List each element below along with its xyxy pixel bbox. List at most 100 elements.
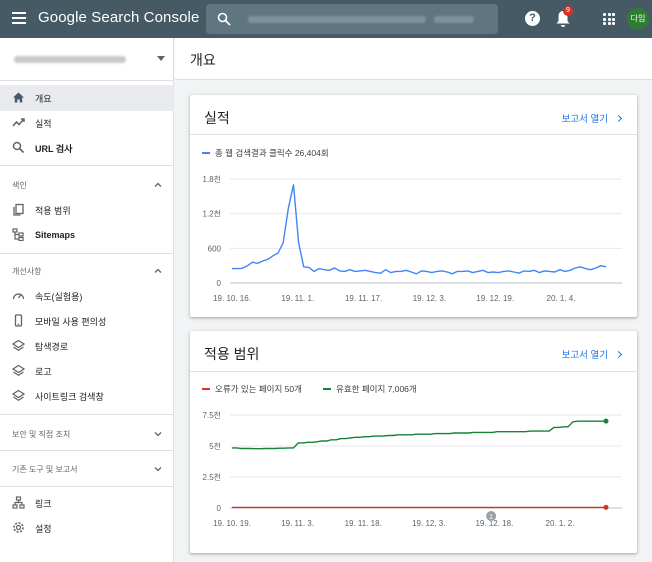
y-tick-label: 5천: [209, 441, 221, 451]
sidebar-item-label: 탐색경로: [35, 341, 69, 352]
sidebar-item-overview[interactable]: 개요: [0, 85, 174, 111]
series-line: [232, 184, 607, 275]
x-tick-label: 19. 12. 18.: [475, 519, 513, 528]
section-security[interactable]: 보안 및 직접 조치: [0, 423, 174, 445]
chevron-down-icon: [154, 432, 162, 437]
x-tick-label: 19. 11. 1.: [281, 294, 314, 303]
sidebar-divider: [0, 165, 174, 166]
sidebar-item-label: Sitemaps: [35, 230, 76, 240]
chevron-right-icon: [614, 350, 623, 359]
sidebar-item-label: 사이트링크 검색창: [35, 391, 104, 402]
chevron-down-icon: [154, 467, 162, 472]
y-tick-label: 600: [208, 244, 222, 253]
notification-badge: 9: [563, 6, 573, 16]
open-report-label: 보고서 열기: [561, 350, 608, 361]
layers-icon: [12, 389, 25, 402]
chevron-up-icon: [154, 268, 162, 273]
search-icon: [217, 12, 231, 26]
chevron-right-icon: [614, 114, 623, 123]
chart-legend-error[interactable]: 오류가 있는 페이지 50개: [202, 383, 302, 395]
x-tick-label: 19. 11. 18.: [345, 519, 382, 528]
page-header: 개요: [175, 38, 652, 80]
page-title: 개요: [190, 52, 216, 68]
sidebar-item-settings[interactable]: 설정: [0, 515, 174, 541]
card-divider: [190, 134, 637, 135]
series-end-point: [603, 504, 609, 510]
legend-swatch: [202, 152, 210, 154]
section-title: 개선사항: [12, 267, 42, 276]
search-redacted-text: [434, 16, 474, 23]
y-tick-label: 2.5천: [203, 472, 221, 482]
section-title: 보안 및 직접 조치: [12, 430, 71, 439]
series-end-point: [603, 418, 609, 424]
sidebar-item-label: 링크: [35, 498, 52, 509]
x-tick-label: 20. 1. 2.: [546, 519, 575, 528]
top-app-bar: Google Search Console ? 9 다임: [0, 0, 652, 38]
sidebar-divider: [0, 486, 174, 487]
logo-google: Google: [38, 9, 87, 26]
y-tick-label: 7.5천: [203, 410, 221, 420]
help-icon[interactable]: ?: [525, 11, 540, 26]
sidebar-item-label: 개요: [35, 93, 52, 104]
x-tick-label: 20. 1. 4.: [547, 294, 576, 303]
sidebar-item-label: 적용 범위: [35, 205, 71, 216]
sidebar-item-url-inspection[interactable]: URL 검사: [0, 135, 174, 161]
y-tick-label: 0: [217, 504, 222, 513]
speed-icon: [12, 293, 25, 300]
performance-card: 실적 보고서 열기 총 웹 검색결과 클릭수 26,404회 0 600 1.2천 1…: [190, 95, 637, 317]
sidebar-divider: [0, 450, 174, 451]
open-report-link[interactable]: 보고서 열기: [561, 347, 623, 361]
avatar[interactable]: 다임: [627, 8, 649, 30]
trending-icon: [12, 118, 25, 127]
section-enhancements[interactable]: 개선사항: [0, 260, 174, 282]
card-title: 실적: [204, 110, 230, 126]
sidebar-item-links[interactable]: 링크: [0, 490, 174, 516]
open-report-link[interactable]: 보고서 열기: [561, 111, 623, 125]
chart-legend-valid[interactable]: 유효한 페이지 7,006개: [323, 383, 417, 395]
sidebar-item-logo[interactable]: 로고: [0, 358, 174, 384]
sidebar-item-label: 실적: [35, 118, 52, 129]
sidebar-divider: [0, 414, 174, 415]
section-legacy-tools[interactable]: 기존 도구 및 보고서: [0, 458, 174, 480]
legend-swatch: [202, 388, 210, 390]
x-tick-label: 19. 11. 17.: [345, 294, 382, 303]
x-tick-label: 19. 10. 19.: [213, 519, 251, 528]
menu-icon[interactable]: [12, 12, 26, 24]
performance-chart[interactable]: 0 600 1.2천 1.8천 19. 10. 16. 19. 11. 1. 19. 11.…: [190, 173, 637, 303]
sidebar-item-sitelinks-searchbox[interactable]: 사이트링크 검색창: [0, 383, 174, 409]
home-icon: [13, 92, 24, 103]
x-tick-label: 19. 10. 16.: [213, 294, 251, 303]
property-redacted-text: [14, 56, 126, 63]
sidebar-item-label: 모바일 사용 편의성: [35, 316, 107, 327]
sidebar-item-breadcrumbs[interactable]: 탐색경로: [0, 333, 174, 359]
phone-icon: [14, 314, 23, 327]
dropdown-caret-icon: [157, 56, 165, 61]
app-logo[interactable]: Google Search Console: [38, 9, 199, 26]
sidebar-item-label: 로고: [35, 366, 52, 377]
legend-label: 유효한 페이지 7,006개: [336, 384, 417, 394]
section-title: 색인: [12, 181, 27, 190]
apps-grid-icon[interactable]: [603, 13, 615, 25]
chart-legend[interactable]: 총 웹 검색결과 클릭수 26,404회: [202, 147, 329, 159]
sidebar-item-coverage[interactable]: 적용 범위: [0, 197, 174, 223]
settings-icon: [13, 522, 24, 533]
sidebar-item-sitemaps[interactable]: Sitemaps: [0, 222, 174, 248]
legend-label: 오류가 있는 페이지 50개: [215, 384, 302, 394]
x-tick-label: 19. 12. 19.: [476, 294, 514, 303]
property-selector[interactable]: [0, 38, 174, 81]
section-index[interactable]: 색인: [0, 174, 174, 196]
y-tick-label: 1.8천: [203, 174, 221, 184]
open-report-label: 보고서 열기: [561, 114, 608, 125]
search-input[interactable]: [206, 4, 498, 34]
y-tick-label: 0: [217, 279, 222, 288]
sidebar-item-label: URL 검사: [35, 143, 73, 154]
sidebar-item-performance[interactable]: 실적: [0, 110, 174, 136]
layers-icon: [12, 364, 25, 377]
links-icon: [12, 496, 25, 509]
sidebar-item-label: 속도(실험용): [35, 291, 83, 302]
coverage-chart[interactable]: 0 2.5천 5천 7.5천 19. 10. 19. 19. 11. 3. 19. 11. …: [190, 407, 637, 541]
sidebar-item-mobile-usability[interactable]: 모바일 사용 편의성: [0, 308, 174, 334]
sidebar-item-speed[interactable]: 속도(실험용): [0, 283, 174, 309]
legend-label: 총 웹 검색결과 클릭수 26,404회: [215, 148, 329, 158]
card-title: 적용 범위: [204, 346, 260, 362]
